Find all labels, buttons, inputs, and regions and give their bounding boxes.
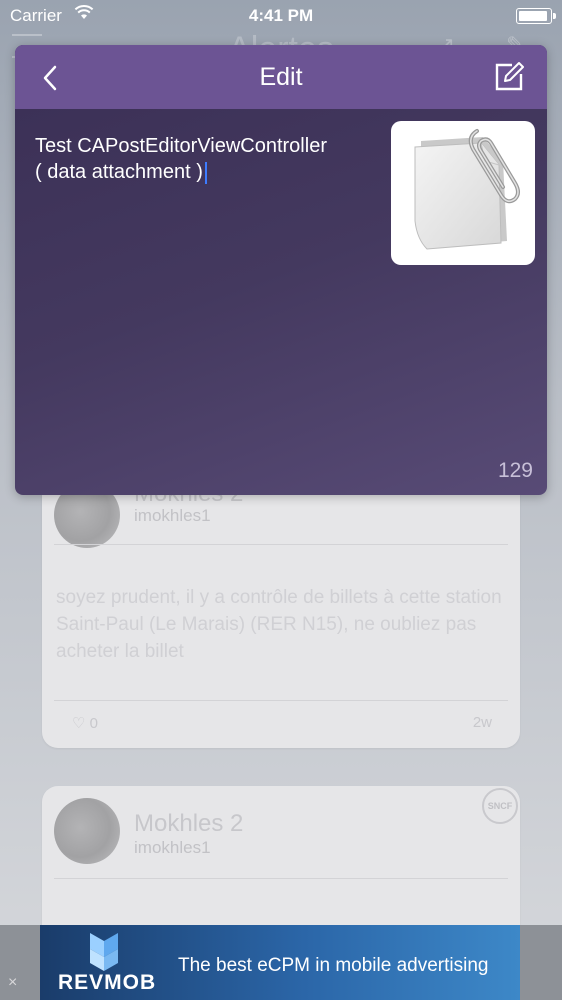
edit-title: Edit [259,63,303,91]
post-text: soyez prudent, il y a contrôle de billet… [56,587,502,662]
like-button: ♡ 0 [72,714,98,732]
author-handle: imokhles1 [134,506,211,525]
clock: 4:41 PM [248,6,314,25]
ad-close-button[interactable]: × [8,974,17,992]
compose-icon [495,62,524,91]
author-handle: imokhles1 [134,838,211,857]
editor-text-line: ( data attachment ) [35,161,203,183]
status-bar: Carrier 4:41 PM [0,0,562,32]
revmob-logo-icon [90,933,118,971]
avatar [54,798,120,864]
edit-popup: Edit Test CAPostEditorViewController ( d… [15,45,547,495]
divider [54,544,508,545]
post-age: 2w [472,714,492,731]
ad-brand: REVMOB [58,971,157,994]
ad-tagline: The best eCPM in mobile advertising [178,955,489,976]
attachment-thumbnail[interactable] [391,121,535,265]
compose-button[interactable] [493,61,525,93]
text-caret [204,161,207,184]
author-name: Mokhles 2 [134,810,244,837]
ad-banner[interactable]: REVMOB The best eCPM in mobile advertisi… [40,925,520,1000]
sncf-badge: SNCF [482,788,518,824]
heart-icon: ♡ [72,715,86,732]
document-paperclip-icon [414,129,520,250]
character-count: 129 [497,459,533,482]
like-count: 0 [89,715,98,732]
editor-text-line: Test CAPostEditorViewController [35,135,327,157]
edit-header: Edit [15,45,547,109]
divider [54,878,508,879]
divider [54,700,508,701]
post-text-editor[interactable]: Test CAPostEditorViewController ( data a… [35,133,375,185]
battery-icon [516,8,556,24]
